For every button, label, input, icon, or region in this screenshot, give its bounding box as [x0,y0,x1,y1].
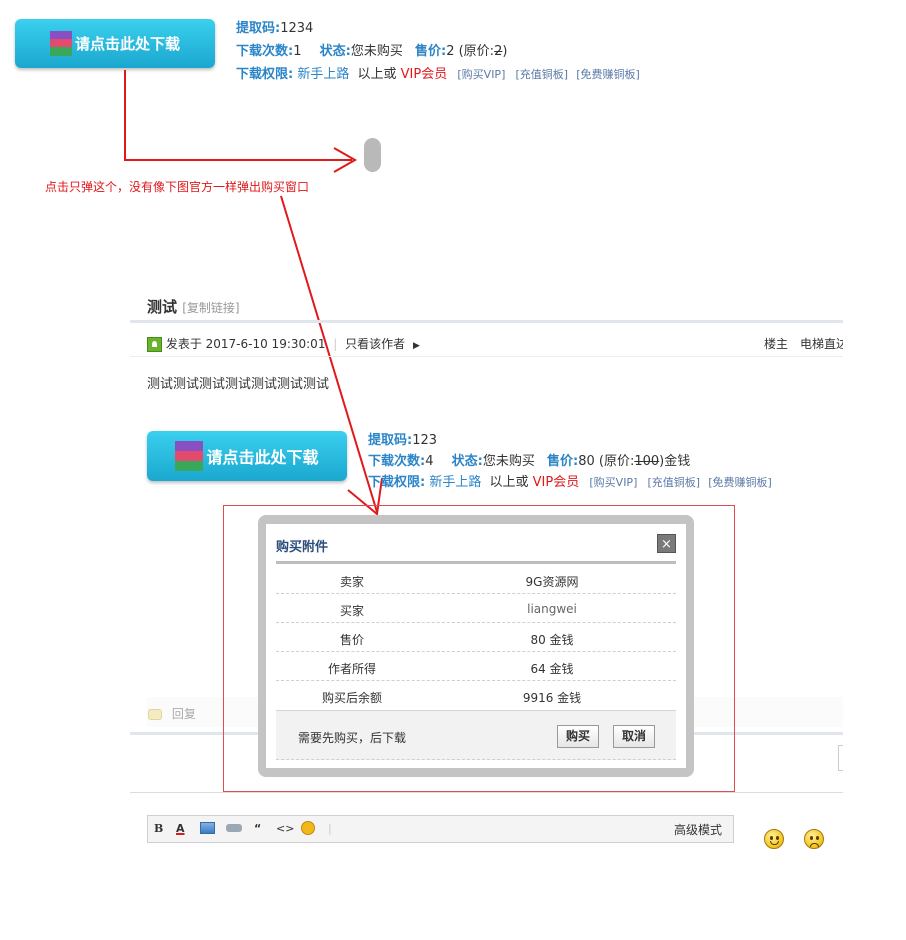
modal-row-value: liangwei [527,602,577,616]
modal-title-bar [276,561,676,564]
modal-row: 购买后余额 9916 金钱 [276,681,676,710]
modal-row-key: 买家 [339,604,364,618]
attach-code-line: 提取码:123 [368,429,437,448]
reply-link[interactable]: 回复 [172,707,196,721]
owner-label: 楼主 [764,337,789,351]
triangle-right-icon: ▶ [413,341,420,351]
copy-link[interactable]: [复制链接] [182,301,239,315]
attachment-icon[interactable] [226,824,242,832]
sad-emoji-icon[interactable] [804,829,824,849]
modal-row-key: 购买后余额 [321,691,382,705]
quote-button[interactable]: “ [254,822,261,835]
modal-row-key: 卖家 [339,575,364,589]
attach-status-label: 状态: [451,454,483,469]
modal-row-value: 64 金钱 [530,662,574,676]
reply-icon [148,709,162,720]
modal-row-key: 售价 [339,633,364,647]
cancel-button[interactable]: 取消 [613,725,656,748]
sad-mouth [810,843,819,847]
attach-orig-close: )金钱 [659,454,691,469]
toolbar-divider: | [328,822,332,835]
modal-row-value: 80 金钱 [530,633,574,647]
attach-permission-line: 下载权限: 新手上路 以上或 VIP会员 [购买VIP] [充值铜板] [免费赚… [368,471,772,490]
attach-permission-mid: 以上或 [489,475,529,490]
modal-footer: 需要先购买，后下载 购买 取消 [276,710,676,760]
attach-recharge-link[interactable]: [充值铜板] [648,476,701,489]
post-meta-divider [130,356,843,357]
attach-price-value: 80 [578,454,595,469]
smile-emoji-icon[interactable] [764,829,784,849]
attach-permission-group: 新手上路 [429,475,482,490]
emoji-icon[interactable] [301,821,315,835]
arrow-to-pill [124,70,352,161]
modal-row-value: 9916 金钱 [522,691,582,705]
close-icon[interactable]: × [657,534,676,553]
attach-code-label: 提取码: [368,433,413,448]
side-input-edge [838,745,843,771]
attach-permission-label: 下载权限: [368,475,426,490]
bold-button[interactable]: B [154,822,163,835]
annotation-arrows [124,70,383,516]
download-button-attach-label: 请点击此处下载 [206,448,319,467]
posted-at: 发表于 2017-6-10 19:30:01 [165,337,326,351]
post-body: 测试测试测试测试测试测试测试 [147,377,330,392]
attach-orig-value: 100 [634,454,660,469]
attach-downloads-value: 4 [425,454,434,469]
buy-button[interactable]: 购买 [557,725,600,748]
attach-buy-vip-link[interactable]: [购买VIP] [589,476,637,489]
modal-note: 需要先购买，后下载 [298,731,407,745]
download-button-attach[interactable]: 请点击此处下载 [147,431,347,481]
attach-stats-line: 下载次数:4 状态:您未购买 售价:80 (原价:100)金钱 [368,450,690,469]
advanced-mode-link[interactable]: 高级模式 [674,821,722,838]
attach-price-label: 售价: [546,454,579,469]
attach-code-value: 123 [412,433,438,448]
attach-downloads-label: 下载次数: [368,454,426,469]
reply-area: 回复 [148,705,196,722]
code-button[interactable]: <> [276,822,294,835]
modal-row: 售价 80 金钱 [276,623,676,652]
font-color-label: A [176,822,185,835]
post-owner: 楼主 [764,335,788,352]
modal-row-value: 9G资源网 [525,575,579,589]
only-author-link[interactable]: 只看该作者 [345,337,405,351]
post-meta: 发表于 2017-6-10 19:30:01 | 只看该作者 ▶ [147,335,420,352]
attach-earn-link[interactable]: [免费赚铜板] [708,476,772,489]
purchase-modal: 购买附件 × 卖家 9G资源网 买家 liangwei 售价 80 金钱 作者所… [266,524,686,768]
modal-row: 卖家 9G资源网 [276,565,676,594]
winrar-icon-attach [175,441,204,471]
modal-row: 作者所得 64 金钱 [276,652,676,681]
attach-status-value: 您未购买 [482,454,535,469]
attach-permission-vip: VIP会员 [532,475,580,490]
post-title-text: 测试 [147,298,178,316]
post-header-divider [130,320,843,323]
image-icon[interactable] [200,822,215,834]
modal-row-key: 作者所得 [327,662,376,676]
modal-row: 买家 liangwei [276,594,676,623]
post-title: 测试 [复制链接] [147,296,240,317]
editor-toolbar: B A “ <> | 高级模式 [147,815,734,843]
elevator-wrap: 电梯直达 [800,335,843,352]
font-color-button[interactable]: A [176,822,185,835]
modal-title: 购买附件 [276,540,329,555]
online-user-icon [147,337,162,352]
elevator-link[interactable]: 电梯直达 [800,337,843,351]
smile-mouth [770,841,779,845]
editor-top-divider [130,792,843,793]
attach-orig-open: (原价: [598,454,635,469]
